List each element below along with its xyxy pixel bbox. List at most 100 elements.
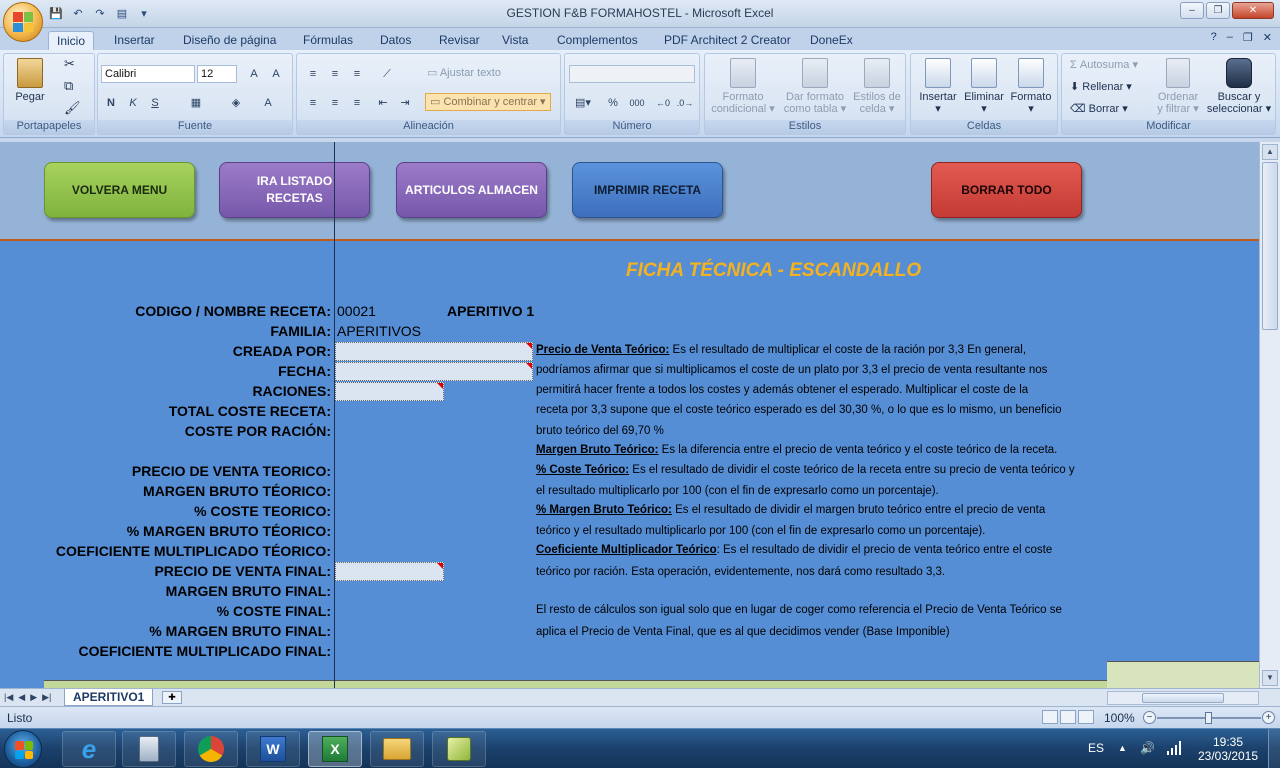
- find-select-button[interactable]: Buscar y seleccionar ▾: [1206, 58, 1272, 115]
- align-right-icon[interactable]: ≡: [347, 94, 367, 112]
- format-cells-button[interactable]: Formato ▾: [1007, 58, 1055, 115]
- orientation-icon[interactable]: ⟋: [377, 65, 397, 83]
- taskbar-calculator[interactable]: [122, 731, 176, 767]
- taskbar-explorer[interactable]: [370, 731, 424, 767]
- wrap-text-button[interactable]: ▭ Ajustar texto: [427, 67, 501, 79]
- volume-icon[interactable]: 🔊: [1140, 741, 1155, 755]
- number-format-dropdown[interactable]: [569, 65, 695, 83]
- fill-button[interactable]: ⬇ Rellenar ▾: [1070, 81, 1132, 93]
- familia-value[interactable]: APERITIVOS: [337, 323, 421, 339]
- taskbar-chrome[interactable]: [184, 731, 238, 767]
- conditional-format-button[interactable]: Formato condicional ▾: [709, 58, 777, 115]
- scroll-down-icon[interactable]: ▼: [1262, 670, 1278, 686]
- vertical-scrollbar[interactable]: ▲ ▼: [1259, 142, 1280, 688]
- percent-button[interactable]: %: [603, 94, 623, 112]
- page-layout-view-icon[interactable]: [1060, 710, 1076, 724]
- office-button[interactable]: [3, 2, 43, 42]
- raciones-input[interactable]: [335, 382, 444, 401]
- autosum-button[interactable]: Σ Autosuma ▾: [1070, 59, 1138, 71]
- sheet-tab-aperitivo1[interactable]: APERITIVO1: [64, 689, 154, 706]
- align-bottom-icon[interactable]: ≡: [347, 65, 367, 83]
- zoom-level[interactable]: 100%: [1104, 711, 1135, 725]
- currency-icon[interactable]: ▤▾: [569, 94, 597, 112]
- ribbon-minimize-icon[interactable]: –: [1227, 31, 1233, 44]
- tab-diseno-pagina[interactable]: Diseño de página: [175, 31, 284, 50]
- close-button[interactable]: ✕: [1232, 2, 1274, 19]
- tab-vista[interactable]: Vista: [494, 31, 536, 50]
- normal-view-icon[interactable]: [1042, 710, 1058, 724]
- borrar-todo-button[interactable]: BORRAR TODO: [931, 162, 1082, 218]
- tab-insertar[interactable]: Insertar: [106, 31, 163, 50]
- align-left-icon[interactable]: ≡: [303, 94, 323, 112]
- tray-expand-icon[interactable]: ▲: [1118, 743, 1127, 753]
- tab-datos[interactable]: Datos: [372, 31, 419, 50]
- thousands-button[interactable]: 000: [625, 94, 649, 112]
- clock[interactable]: 19:35 23/03/2015: [1188, 735, 1268, 763]
- minimize-button[interactable]: –: [1180, 2, 1204, 19]
- creada-por-input[interactable]: [335, 342, 533, 361]
- font-name-dropdown[interactable]: Calibri: [101, 65, 195, 83]
- start-button[interactable]: [4, 730, 42, 768]
- fecha-input[interactable]: [335, 362, 533, 381]
- taskbar-internet-explorer[interactable]: e: [62, 731, 116, 767]
- decrease-indent-icon[interactable]: ⇤: [373, 94, 393, 112]
- network-icon[interactable]: [1167, 741, 1183, 755]
- copy-icon[interactable]: ⧉: [64, 79, 73, 92]
- decrease-decimal-icon[interactable]: .0→: [675, 94, 695, 112]
- zoom-out-icon[interactable]: −: [1143, 711, 1156, 724]
- new-sheet-icon[interactable]: ✚: [162, 691, 182, 704]
- zoom-slider[interactable]: − +: [1143, 711, 1275, 725]
- tab-inicio[interactable]: Inicio: [48, 31, 95, 50]
- next-sheet-icon[interactable]: ▶: [30, 692, 37, 703]
- listado-recetas-button[interactable]: IRA LISTADO RECETAS: [219, 162, 370, 218]
- zoom-in-icon[interactable]: +: [1262, 711, 1275, 724]
- taskbar-excel[interactable]: X: [308, 731, 362, 767]
- format-painter-icon[interactable]: 🖌: [64, 101, 81, 114]
- volver-menu-button[interactable]: VOLVERA MENU: [44, 162, 195, 218]
- restore-button[interactable]: ❐: [1206, 2, 1230, 19]
- format-as-table-button[interactable]: Dar formato como tabla ▾: [781, 58, 849, 115]
- tab-pdf-architect[interactable]: PDF Architect 2 Creator: [656, 31, 799, 50]
- align-middle-icon[interactable]: ≡: [325, 65, 345, 83]
- increase-indent-icon[interactable]: ⇥: [395, 94, 415, 112]
- prev-sheet-icon[interactable]: ◀: [18, 692, 25, 703]
- merge-center-button[interactable]: ▭ Combinar y centrar ▾: [425, 93, 551, 111]
- imprimir-receta-button[interactable]: IMPRIMIR RECETA: [572, 162, 723, 218]
- language-indicator[interactable]: ES: [1088, 741, 1104, 755]
- articulos-almacen-button[interactable]: ARTICULOS ALMACEN: [396, 162, 547, 218]
- cell-styles-button[interactable]: Estilos de celda ▾: [851, 58, 903, 115]
- clear-button[interactable]: ⌫ Borrar ▾: [1070, 103, 1128, 115]
- delete-cells-button[interactable]: Eliminar ▾: [961, 58, 1007, 115]
- italic-button[interactable]: K: [123, 94, 143, 112]
- grow-font-icon[interactable]: A: [244, 65, 264, 83]
- precio-venta-final-input[interactable]: [335, 562, 444, 581]
- nombre-receta-value[interactable]: APERITIVO 1: [447, 303, 534, 319]
- last-sheet-icon[interactable]: ▶|: [42, 692, 51, 703]
- align-top-icon[interactable]: ≡: [303, 65, 323, 83]
- font-color-icon[interactable]: A: [258, 94, 278, 112]
- taskbar-word[interactable]: W: [246, 731, 300, 767]
- horizontal-scroll-thumb[interactable]: [1142, 693, 1224, 703]
- paste-button[interactable]: Pegar: [10, 58, 50, 103]
- scroll-up-icon[interactable]: ▲: [1262, 144, 1278, 160]
- insert-cells-button[interactable]: Insertar ▾: [915, 58, 961, 115]
- page-break-view-icon[interactable]: [1078, 710, 1094, 724]
- tab-formulas[interactable]: Fórmulas: [295, 31, 361, 50]
- fill-color-icon[interactable]: ◈: [226, 94, 246, 112]
- show-desktop-button[interactable]: [1268, 729, 1280, 768]
- borders-icon[interactable]: ▦: [186, 94, 206, 112]
- first-sheet-icon[interactable]: |◀: [4, 692, 13, 703]
- horizontal-scrollbar[interactable]: [1107, 691, 1259, 705]
- cut-icon[interactable]: ✂: [64, 57, 75, 70]
- tab-revisar[interactable]: Revisar: [431, 31, 488, 50]
- bold-button[interactable]: N: [101, 94, 121, 112]
- codigo-value[interactable]: 00021: [337, 303, 376, 319]
- sort-filter-button[interactable]: Ordenar y filtrar ▾: [1150, 58, 1206, 115]
- ribbon-close-icon[interactable]: ✕: [1263, 31, 1272, 44]
- tab-complementos[interactable]: Complementos: [549, 31, 646, 50]
- font-size-dropdown[interactable]: 12: [197, 65, 237, 83]
- ribbon-restore-icon[interactable]: ❐: [1243, 31, 1253, 44]
- vertical-scroll-thumb[interactable]: [1262, 162, 1278, 330]
- underline-button[interactable]: S: [145, 94, 165, 112]
- shrink-font-icon[interactable]: A: [266, 65, 286, 83]
